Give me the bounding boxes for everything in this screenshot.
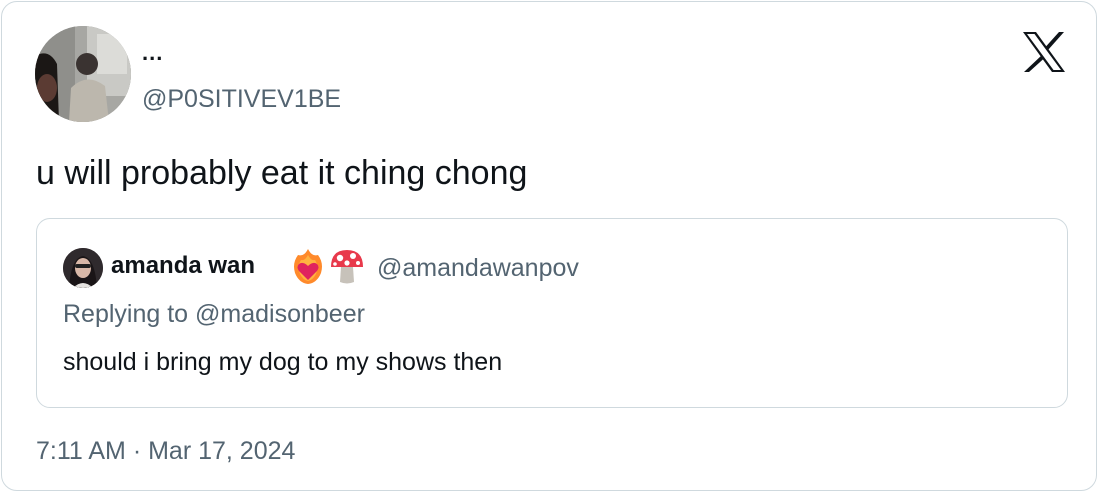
quoted-author-avatar[interactable]: [63, 248, 103, 288]
avatar-photo-icon: [35, 26, 131, 122]
tweet-card: ... @P0SITIVEV1BE u will probably eat it…: [1, 1, 1097, 491]
tweet-timestamp[interactable]: 7:11 AM · Mar 17, 2024: [36, 436, 295, 466]
author-avatar[interactable]: [35, 26, 131, 122]
x-logo-icon[interactable]: [1022, 31, 1066, 73]
reply-context[interactable]: Replying to @madisonbeer: [63, 299, 365, 329]
author-handle[interactable]: @P0SITIVEV1BE: [142, 84, 341, 114]
author-display-name[interactable]: ...: [142, 40, 163, 66]
quoted-tweet[interactable]: amanda wan @amandawanpov Replying to @ma…: [36, 218, 1068, 408]
quoted-avatar-photo-icon: [63, 248, 103, 288]
mushroom-icon: [329, 247, 365, 285]
tweet-text: u will probably eat it ching chong: [36, 154, 528, 192]
quoted-author-display-name[interactable]: amanda wan: [111, 252, 255, 280]
heart-on-fire-icon: [291, 247, 325, 285]
quoted-author-handle[interactable]: @amandawanpov: [377, 253, 579, 283]
quoted-tweet-text: should i bring my dog to my shows then: [63, 348, 503, 376]
